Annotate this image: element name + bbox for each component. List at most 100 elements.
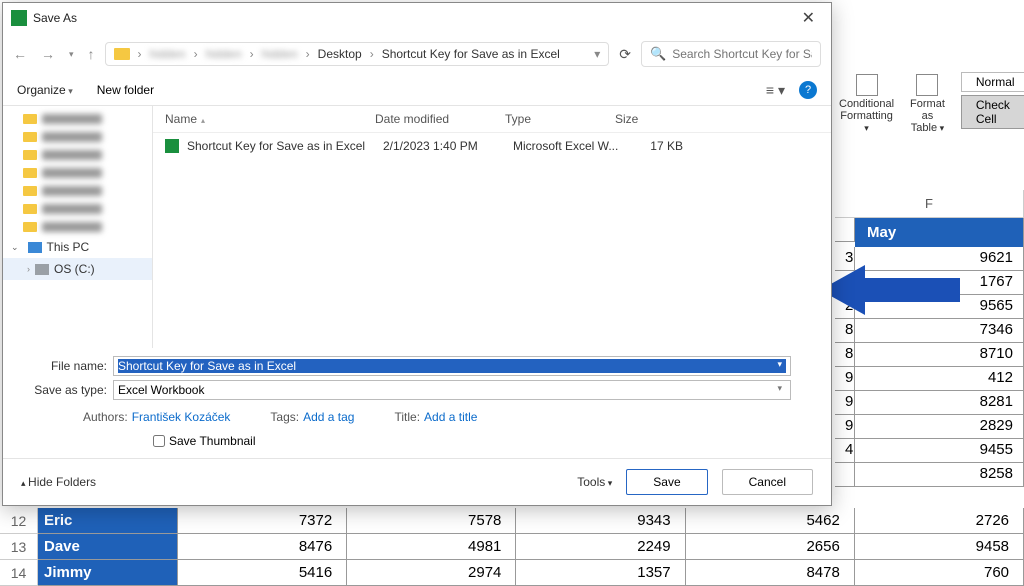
format-table-icon (916, 74, 938, 96)
save-as-dialog: Save As ✕ ← → ▾ ↑ › hidden › hidden › hi… (2, 2, 832, 506)
search-input[interactable] (672, 47, 812, 61)
tags-value[interactable]: Add a tag (303, 410, 354, 424)
file-name-label: File name: (23, 359, 113, 373)
new-folder-button[interactable]: New folder (97, 83, 154, 97)
cell[interactable]: 4981 (347, 534, 516, 560)
tree-item[interactable]: x (3, 182, 152, 200)
save-type-select[interactable]: Excel Workbook▾ (113, 380, 791, 400)
cell[interactable]: 8 (835, 343, 855, 367)
cell[interactable]: 9 (835, 391, 855, 415)
tools-button[interactable]: Tools (577, 475, 612, 489)
nav-back-button[interactable]: ← (13, 46, 27, 62)
nav-up-button[interactable]: ↑ (88, 46, 95, 62)
tree-item[interactable]: x (3, 110, 152, 128)
tree-item[interactable]: x (3, 128, 152, 146)
cond-fmt-label: Conditional Formatting (839, 98, 894, 134)
cell[interactable]: 4 (835, 439, 855, 463)
tree-this-pc[interactable]: ⌄This PC (3, 236, 152, 258)
cell[interactable]: 8476 (178, 534, 347, 560)
cell[interactable]: 9 (835, 367, 855, 391)
authors-label: Authors: (83, 410, 128, 424)
cell[interactable]: 760 (855, 560, 1024, 586)
cell[interactable] (835, 463, 855, 487)
breadcrumb-folder[interactable]: Shortcut Key for Save as in Excel (382, 47, 560, 61)
cell-style-normal[interactable]: Normal (961, 72, 1024, 92)
tree-label: OS (C:) (54, 262, 95, 276)
tree-os-c[interactable]: ›OS (C:) (3, 258, 152, 280)
cell[interactable]: 5416 (178, 560, 347, 586)
cell[interactable]: 8281 (855, 391, 1024, 415)
cell[interactable]: 2726 (855, 508, 1024, 534)
close-button[interactable]: ✕ (794, 6, 823, 30)
excel-icon (11, 10, 27, 26)
cell-name[interactable]: Eric (38, 508, 178, 534)
organize-button[interactable]: Organize (17, 83, 73, 97)
file-row[interactable]: Shortcut Key for Save as in Excel 2/1/20… (153, 133, 831, 159)
month-header-may[interactable]: May (855, 218, 1024, 247)
cell[interactable]: 8710 (855, 343, 1024, 367)
tags-label: Tags: (270, 410, 299, 424)
col-header-type[interactable]: Type (505, 112, 615, 126)
breadcrumb-desktop[interactable]: Desktop (318, 47, 362, 61)
nav-recent-button[interactable]: ▾ (69, 49, 74, 60)
file-name-input[interactable]: Shortcut Key for Save as in Excel▾ (113, 356, 791, 376)
pc-icon (28, 242, 42, 253)
format-as-table-button[interactable]: Format as Table (906, 72, 949, 136)
cell[interactable]: 7578 (347, 508, 516, 534)
cell[interactable]: 2656 (686, 534, 855, 560)
file-name: Shortcut Key for Save as in Excel (187, 139, 383, 153)
conditional-formatting-button[interactable]: Conditional Formatting (835, 72, 898, 136)
row-header-13[interactable]: 13 (0, 534, 38, 560)
cell[interactable]: 7346 (855, 319, 1024, 343)
col-header-date[interactable]: Date modified (375, 112, 505, 126)
authors-value[interactable]: František Kozáček (132, 410, 231, 424)
cell[interactable]: 2974 (347, 560, 516, 586)
address-bar[interactable]: › hidden › hidden › hidden › Desktop › S… (105, 42, 610, 66)
nav-forward-button[interactable]: → (41, 46, 55, 62)
file-date: 2/1/2023 1:40 PM (383, 139, 513, 153)
save-thumbnail-checkbox[interactable] (153, 435, 165, 447)
cell-style-check-cell[interactable]: Check Cell (961, 95, 1024, 129)
cell[interactable]: 2829 (855, 415, 1024, 439)
excel-file-icon (165, 139, 179, 153)
cell[interactable]: 9455 (855, 439, 1024, 463)
col-header-size[interactable]: Size (615, 112, 675, 126)
cell[interactable]: 9458 (855, 534, 1024, 560)
cell-name[interactable]: Jimmy (38, 560, 178, 586)
cell[interactable]: 9 (835, 415, 855, 439)
search-icon: 🔍 (650, 46, 666, 62)
view-options-button[interactable]: ≡ ▾ (766, 82, 785, 99)
folder-tree: x x x x x x x ⌄This PC ›OS (C:) (3, 106, 153, 348)
row-header-14[interactable]: 14 (0, 560, 38, 586)
annotation-arrow (820, 260, 960, 320)
save-thumbnail-label: Save Thumbnail (169, 434, 256, 448)
cell-name[interactable]: Dave (38, 534, 178, 560)
cell[interactable]: 8 (835, 319, 855, 343)
column-header-f[interactable]: F (835, 190, 1024, 218)
help-button[interactable]: ? (799, 81, 817, 99)
col-header-name[interactable]: Name▴ (165, 112, 375, 126)
cell[interactable]: 1357 (516, 560, 685, 586)
cell[interactable]: 7372 (178, 508, 347, 534)
tree-item[interactable]: x (3, 218, 152, 236)
row-header-12[interactable]: 12 (0, 508, 38, 534)
file-size: 17 KB (623, 139, 683, 153)
save-button[interactable]: Save (626, 469, 707, 495)
file-type: Microsoft Excel W... (513, 139, 623, 153)
title-meta-value[interactable]: Add a title (424, 410, 477, 424)
tree-label: This PC (47, 240, 90, 254)
tree-item[interactable]: x (3, 200, 152, 218)
cell[interactable]: 8258 (855, 463, 1024, 487)
cell[interactable]: 2249 (516, 534, 685, 560)
cancel-button[interactable]: Cancel (722, 469, 813, 495)
cell[interactable]: 5462 (686, 508, 855, 534)
conditional-formatting-icon (856, 74, 878, 96)
folder-icon (114, 48, 130, 60)
refresh-button[interactable]: ⟳ (619, 46, 631, 63)
hide-folders-button[interactable]: Hide Folders (21, 475, 96, 489)
cell[interactable]: 9343 (516, 508, 685, 534)
cell[interactable]: 412 (855, 367, 1024, 391)
cell[interactable]: 8478 (686, 560, 855, 586)
tree-item[interactable]: x (3, 164, 152, 182)
tree-item[interactable]: x (3, 146, 152, 164)
